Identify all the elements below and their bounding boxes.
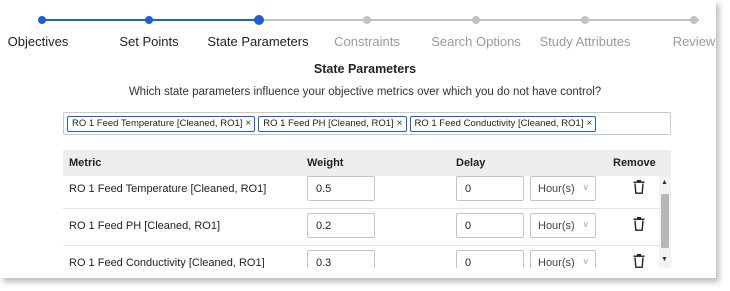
delay-input[interactable]: 0 (456, 213, 524, 238)
delay-input[interactable]: 0 (456, 176, 524, 201)
chevron-down-icon: ∨ (582, 182, 589, 192)
scroll-up-arrow-icon[interactable]: ▲ (661, 179, 668, 186)
scroll-down-arrow-icon[interactable]: ▼ (661, 256, 668, 263)
step-label-review[interactable]: Review (673, 34, 716, 49)
column-header-remove: Remove (613, 157, 656, 169)
scrollbar-thumb[interactable] (661, 194, 669, 248)
step-dot-search-options[interactable] (472, 16, 480, 24)
step-dot-review[interactable] (690, 16, 698, 24)
state-parameter-multiselect[interactable]: RO 1 Feed Temperature [Cleaned, RO1] × R… (63, 112, 671, 135)
table-body: RO 1 Feed Temperature [Cleaned, RO1] 0.5… (63, 176, 659, 268)
metric-name: RO 1 Feed Temperature [Cleaned, RO1] (69, 183, 267, 195)
delay-unit-value: Hour(s) (538, 183, 575, 195)
selected-tag: RO 1 Feed Conductivity [Cleaned, RO1] × (409, 115, 597, 132)
selected-tag: RO 1 Feed Temperature [Cleaned, RO1] × (67, 115, 256, 132)
delay-unit-value: Hour(s) (538, 220, 575, 232)
weight-input[interactable]: 0.5 (307, 176, 375, 201)
weight-input[interactable]: 0.3 (307, 250, 375, 268)
step-dot-constraints[interactable] (363, 16, 371, 24)
trash-icon[interactable] (633, 254, 645, 268)
chevron-down-icon: ∨ (582, 256, 589, 266)
tag-remove-icon[interactable]: × (586, 118, 592, 129)
metric-name: RO 1 Feed PH [Cleaned, RO1] (69, 220, 221, 232)
delay-unit-select[interactable]: Hour(s) ∨ (530, 213, 596, 238)
section-question: Which state parameters influence your ob… (128, 86, 602, 98)
tag-remove-icon[interactable]: × (397, 118, 403, 129)
table-scrollbar[interactable]: ▲ ▼ (659, 176, 671, 268)
table-row: RO 1 Feed Conductivity [Cleaned, RO1] 0.… (63, 246, 659, 268)
step-label-objectives[interactable]: Objectives (8, 34, 69, 49)
column-header-weight: Weight (307, 157, 344, 169)
step-label-study-attributes[interactable]: Study Attributes (539, 34, 630, 49)
table-row: RO 1 Feed PH [Cleaned, RO1] 0.2 0 Hour(s… (63, 209, 659, 246)
wizard-card: Objectives Set Points State Parameters C… (0, 0, 716, 278)
chevron-down-icon: ∨ (582, 219, 589, 229)
step-dot-study-attributes[interactable] (581, 16, 589, 24)
table-row: RO 1 Feed Temperature [Cleaned, RO1] 0.5… (63, 176, 659, 209)
trash-icon[interactable] (633, 180, 645, 194)
column-header-metric: Metric (69, 157, 102, 169)
step-label-set-points[interactable]: Set Points (119, 34, 178, 49)
delay-unit-select[interactable]: Hour(s) ∨ (530, 250, 596, 268)
tag-remove-icon[interactable]: × (245, 118, 251, 129)
delay-unit-value: Hour(s) (538, 257, 575, 268)
tag-label: RO 1 Feed PH [Cleaned, RO1] (263, 118, 394, 129)
tag-label: RO 1 Feed Conductivity [Cleaned, RO1] (414, 118, 584, 129)
step-dot-objectives[interactable] (38, 16, 46, 24)
step-label-search-options[interactable]: Search Options (431, 34, 521, 49)
column-header-delay: Delay (456, 157, 486, 169)
tag-label: RO 1 Feed Temperature [Cleaned, RO1] (72, 118, 243, 129)
metric-name: RO 1 Feed Conductivity [Cleaned, RO1] (69, 257, 265, 268)
section-title: State Parameters (313, 62, 417, 76)
delay-input[interactable]: 0 (456, 250, 524, 268)
step-label-constraints[interactable]: Constraints (334, 34, 400, 49)
table-header: Metric Weight Delay Remove (63, 150, 671, 176)
trash-icon[interactable] (633, 217, 645, 231)
step-label-state-parameters[interactable]: State Parameters (207, 34, 308, 49)
step-dot-set-points[interactable] (145, 16, 153, 24)
weight-input[interactable]: 0.2 (307, 213, 375, 238)
delay-unit-select[interactable]: Hour(s) ∨ (530, 176, 596, 201)
selected-tag: RO 1 Feed PH [Cleaned, RO1] × (258, 115, 407, 132)
step-dot-state-parameters[interactable] (254, 15, 264, 25)
